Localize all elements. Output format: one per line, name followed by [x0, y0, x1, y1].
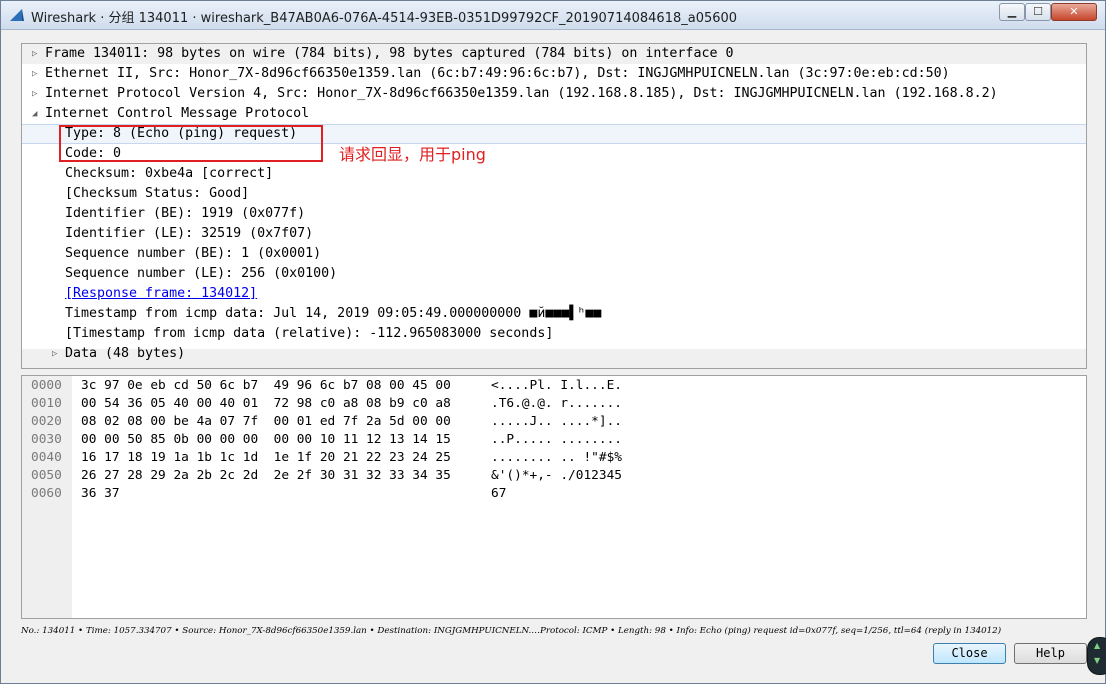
- response-frame-link[interactable]: [Response frame: 134012]: [65, 284, 257, 304]
- maximize-button[interactable]: ☐: [1025, 3, 1051, 21]
- field-seq-le[interactable]: Sequence number (LE): 256 (0x0100): [22, 264, 1086, 284]
- expanded-arrow-icon[interactable]: ◢: [32, 104, 37, 124]
- tree-item-label: Sequence number (LE): 256 (0x0100): [65, 266, 338, 281]
- hex-bytes: 3c 97 0e eb cd 50 6c b7 49 96 6c b7 08 0…: [81, 378, 451, 393]
- field-identifier-le[interactable]: Identifier (LE): 32519 (0x7f07): [22, 224, 1086, 244]
- highlight-box: [59, 125, 323, 162]
- hex-bytes: 00 00 50 85 0b 00 00 00 00 00 10 11 12 1…: [81, 432, 451, 447]
- packet-bytes-pane[interactable]: 0000 3c 97 0e eb cd 50 6c b7 49 96 6c b7 …: [21, 375, 1087, 619]
- tree-ethernet[interactable]: ▷ Ethernet II, Src: Honor_7X-8d96cf66350e…: [22, 64, 1086, 84]
- field-seq-be[interactable]: Sequence number (BE): 1 (0x0001): [22, 244, 1086, 264]
- hex-offset: 0030: [31, 432, 62, 447]
- tree-item-label: [Checksum Status: Good]: [65, 186, 250, 201]
- hex-offset: 0050: [31, 468, 62, 483]
- tree-ipv4[interactable]: ▷ Internet Protocol Version 4, Src: Honor…: [22, 84, 1086, 104]
- field-timestamp-relative[interactable]: [Timestamp from icmp data (relative): -1…: [22, 324, 1086, 344]
- packet-details-pane[interactable]: ▷ Frame 134011: 98 bytes on wire (784 bit…: [21, 43, 1087, 369]
- tree-item-label: Ethernet II, Src: Honor_7X-8d96cf66350e1…: [45, 66, 950, 81]
- tree-frame[interactable]: ▷ Frame 134011: 98 bytes on wire (784 bit…: [22, 44, 1086, 64]
- field-checksum[interactable]: Checksum: 0xbe4a [correct]: [22, 164, 1086, 184]
- tree-icmp[interactable]: ◢ Internet Control Message Protocol: [22, 104, 1086, 124]
- tree-item-label: Timestamp from icmp data: Jul 14, 2019 0…: [65, 306, 602, 321]
- hex-offset: 0000: [31, 378, 62, 393]
- window-close-button[interactable]: ✕: [1051, 3, 1097, 21]
- arrow-down-icon: ▼: [1094, 656, 1101, 665]
- hex-bytes: 16 17 18 19 1a 1b 1c 1d 1e 1f 20 21 22 2…: [81, 450, 451, 465]
- hex-row[interactable]: 0030 00 00 50 85 0b 00 00 00 00 00 10 11 …: [22, 431, 1086, 449]
- tree-data[interactable]: ▷ Data (48 bytes): [22, 344, 1086, 364]
- hex-offset: 0010: [31, 396, 62, 411]
- tree-item-label: [Timestamp from icmp data (relative): -1…: [65, 326, 554, 341]
- close-button[interactable]: Close: [933, 643, 1006, 664]
- hex-bytes: 00 54 36 05 40 00 40 01 72 98 c0 a8 08 b…: [81, 396, 451, 411]
- arrow-up-icon: ▲: [1094, 641, 1101, 650]
- hex-bytes: 26 27 28 29 2a 2b 2c 2d 2e 2f 30 31 32 3…: [81, 468, 451, 483]
- hex-row[interactable]: 0010 00 54 36 05 40 00 40 01 72 98 c0 a8 …: [22, 395, 1086, 413]
- tree-item-label: Checksum: 0xbe4a [correct]: [65, 166, 274, 181]
- hex-offset: 0060: [31, 486, 62, 501]
- collapsed-arrow-icon[interactable]: ▷: [32, 64, 37, 84]
- tree-item-label: Internet Control Message Protocol: [45, 106, 310, 121]
- hex-row[interactable]: 0060 36 37 67: [22, 485, 1086, 503]
- desktop-gadget[interactable]: ▲ ▼: [1087, 637, 1106, 675]
- field-timestamp[interactable]: Timestamp from icmp data: Jul 14, 2019 0…: [22, 304, 1086, 324]
- hex-ascii: .T6.@.@. r.......: [491, 396, 622, 411]
- title-bar[interactable]: Wireshark · 分组 134011 · wireshark_B47AB0…: [1, 1, 1105, 30]
- minimize-button[interactable]: ▁: [999, 3, 1025, 21]
- hex-ascii: ........ .. !"#$%: [491, 450, 622, 465]
- field-response-frame[interactable]: [Response frame: 134012]: [22, 284, 1086, 304]
- collapsed-arrow-icon[interactable]: ▷: [32, 84, 37, 104]
- hex-offset: 0040: [31, 450, 62, 465]
- tree-item-label: Sequence number (BE): 1 (0x0001): [65, 246, 322, 261]
- tree-item-label: Data (48 bytes): [65, 346, 186, 361]
- hex-ascii: &'()*+,- ./012345: [491, 468, 622, 483]
- hex-bytes: 36 37: [81, 486, 120, 501]
- hex-row[interactable]: 0000 3c 97 0e eb cd 50 6c b7 49 96 6c b7 …: [22, 377, 1086, 395]
- hex-offset: 0020: [31, 414, 62, 429]
- annotation-text: 请求回显，用于ping: [339, 145, 486, 164]
- collapsed-arrow-icon[interactable]: ▷: [52, 344, 57, 364]
- hex-ascii: ..P..... ........: [491, 432, 622, 447]
- collapsed-arrow-icon[interactable]: ▷: [32, 44, 37, 64]
- tree-item-label: Frame 134011: 98 bytes on wire (784 bits…: [45, 46, 734, 61]
- field-checksum-status[interactable]: [Checksum Status: Good]: [22, 184, 1086, 204]
- window-title: Wireshark · 分组 134011 · wireshark_B47AB0…: [31, 11, 738, 26]
- hex-row[interactable]: 0020 08 02 08 00 be 4a 07 7f 00 01 ed 7f …: [22, 413, 1086, 431]
- hex-bytes: 08 02 08 00 be 4a 07 7f 00 01 ed 7f 2a 5…: [81, 414, 451, 429]
- tree-item-label: Internet Protocol Version 4, Src: Honor_…: [45, 86, 998, 101]
- tree-item-label: Identifier (BE): 1919 (0x077f): [65, 206, 306, 221]
- help-button[interactable]: Help: [1014, 643, 1087, 664]
- status-line: No.: 134011 • Time: 1057.334707 • Source…: [21, 626, 1002, 636]
- tree-item-label: Identifier (LE): 32519 (0x7f07): [65, 226, 314, 241]
- hex-ascii: .....J.. ....*]..: [491, 414, 622, 429]
- wireshark-fin-icon: [10, 9, 24, 21]
- hex-row[interactable]: 0040 16 17 18 19 1a 1b 1c 1d 1e 1f 20 21 …: [22, 449, 1086, 467]
- hex-ascii: 67: [491, 486, 507, 501]
- hex-row[interactable]: 0050 26 27 28 29 2a 2b 2c 2d 2e 2f 30 31 …: [22, 467, 1086, 485]
- hex-ascii: <....Pl. I.l...E.: [491, 378, 622, 393]
- field-identifier-be[interactable]: Identifier (BE): 1919 (0x077f): [22, 204, 1086, 224]
- wireshark-packet-window: Wireshark · 分组 134011 · wireshark_B47AB0…: [0, 0, 1106, 684]
